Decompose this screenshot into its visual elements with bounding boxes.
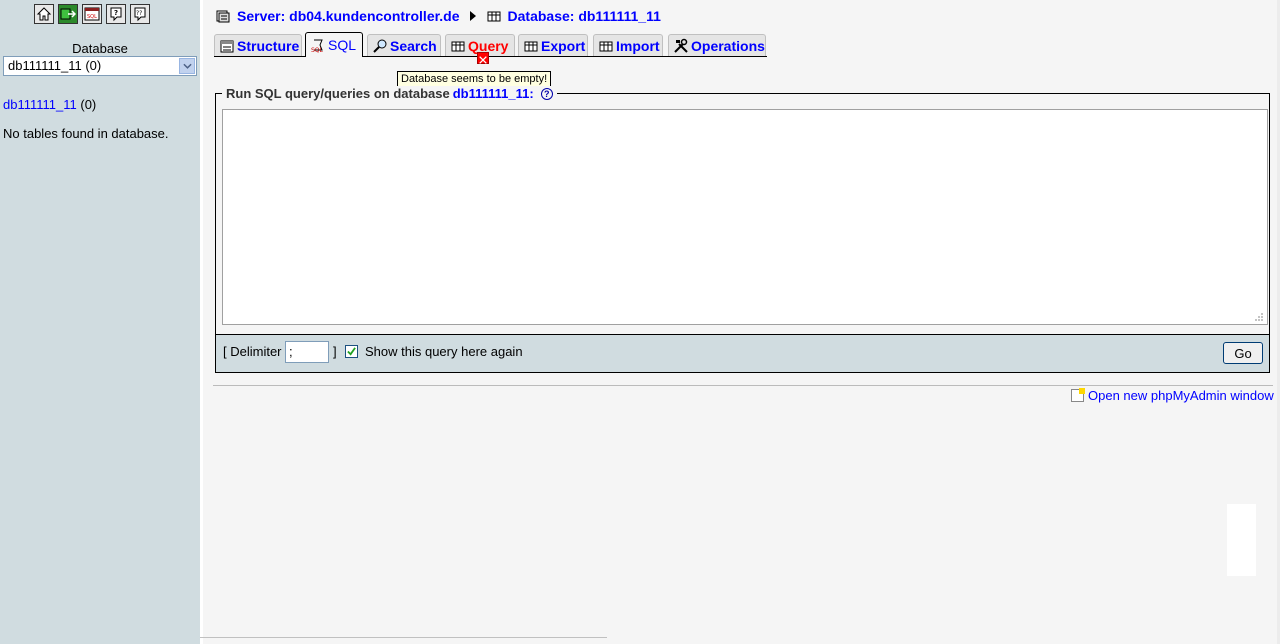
operations-icon bbox=[674, 38, 688, 53]
frame-bottom-border bbox=[200, 637, 607, 638]
legend-database-link[interactable]: db111111_11: bbox=[453, 86, 534, 101]
logout-icon[interactable] bbox=[58, 4, 78, 24]
tab-label: Import bbox=[616, 37, 660, 54]
delimiter-label: [ Delimiter bbox=[223, 344, 282, 359]
sql-query-legend: Run SQL query/queries on database db1111… bbox=[222, 86, 557, 101]
svg-text:SQL: SQL bbox=[87, 14, 97, 20]
breadcrumb-separator-icon bbox=[469, 11, 476, 21]
home-icon[interactable] bbox=[34, 4, 54, 24]
show-query-checkbox[interactable] bbox=[345, 345, 358, 358]
database-breadcrumb-link[interactable]: Database: db111111_11 bbox=[508, 8, 661, 24]
tab-label: Export bbox=[541, 37, 586, 54]
open-new-window-link[interactable]: Open new phpMyAdmin window bbox=[1088, 388, 1274, 403]
query-tooltip: Database seems to be empty! bbox=[397, 71, 552, 87]
sql-docs-icon[interactable]: ?? bbox=[130, 4, 150, 24]
svg-text:?: ? bbox=[114, 9, 118, 17]
tab-export[interactable]: Export bbox=[518, 34, 588, 56]
database-select[interactable]: db111111_11 (0) bbox=[3, 56, 197, 76]
help-icon[interactable]: ? bbox=[540, 87, 553, 100]
tab-label: Search bbox=[390, 37, 437, 54]
checkmark-icon bbox=[347, 347, 356, 356]
frame-divider[interactable] bbox=[200, 0, 203, 644]
nav-icon-bar: SQL ? ?? bbox=[34, 4, 150, 24]
resize-grip-icon[interactable] bbox=[1254, 312, 1264, 322]
documentation-icon[interactable]: ? bbox=[106, 4, 126, 24]
tab-label: Operations bbox=[691, 37, 765, 54]
tab-bar: Structure SQL SQL Search Query Export Im… bbox=[214, 32, 767, 57]
divider bbox=[213, 385, 1273, 386]
navigation-frame: SQL ? ?? Database db111111_11 (0) db1111… bbox=[0, 0, 200, 644]
tab-operations[interactable]: Operations bbox=[668, 34, 766, 56]
legend-text: Run SQL query/queries on database bbox=[226, 86, 450, 101]
query-icon bbox=[451, 41, 465, 51]
tab-structure[interactable]: Structure bbox=[214, 34, 302, 56]
svg-text:SQL: SQL bbox=[311, 47, 324, 53]
search-icon bbox=[373, 39, 387, 53]
sql-query-window-icon[interactable]: SQL bbox=[82, 4, 102, 24]
database-table-count: (0) bbox=[80, 97, 97, 112]
sql-query-textarea[interactable] bbox=[222, 109, 1268, 325]
chevron-down-icon[interactable] bbox=[179, 58, 195, 74]
database-link[interactable]: db111111_11 bbox=[3, 97, 77, 112]
database-label: Database bbox=[72, 41, 128, 56]
breadcrumb: Server: db04.kundencontroller.de Databas… bbox=[215, 8, 661, 24]
import-icon bbox=[599, 41, 613, 51]
export-icon bbox=[524, 41, 538, 51]
svg-text:??: ?? bbox=[136, 10, 142, 17]
server-icon bbox=[216, 10, 230, 23]
tab-sql[interactable]: SQL SQL bbox=[305, 32, 363, 57]
tab-import[interactable]: Import bbox=[593, 34, 663, 56]
tab-label: Structure bbox=[237, 37, 300, 54]
tab-search[interactable]: Search bbox=[367, 34, 441, 56]
delimiter-close-bracket: ] bbox=[333, 344, 337, 359]
server-link[interactable]: Server: db04.kundencontroller.de bbox=[237, 8, 460, 24]
database-entry: db111111_11 (0) bbox=[3, 97, 96, 112]
blank-panel bbox=[1227, 504, 1256, 576]
delimiter-input[interactable]: ; bbox=[285, 341, 329, 363]
show-query-label[interactable]: Show this query here again bbox=[365, 344, 523, 359]
error-icon bbox=[477, 52, 489, 64]
database-icon bbox=[487, 11, 501, 22]
database-select-value: db111111_11 (0) bbox=[8, 58, 102, 73]
sql-icon: SQL bbox=[311, 39, 324, 53]
structure-icon bbox=[220, 40, 234, 52]
tab-label: SQL bbox=[328, 37, 357, 53]
open-new-window: Open new phpMyAdmin window bbox=[1071, 388, 1274, 403]
new-window-icon[interactable] bbox=[1071, 388, 1085, 402]
no-tables-message: No tables found in database. bbox=[3, 126, 169, 141]
go-button[interactable]: Go bbox=[1223, 342, 1263, 364]
